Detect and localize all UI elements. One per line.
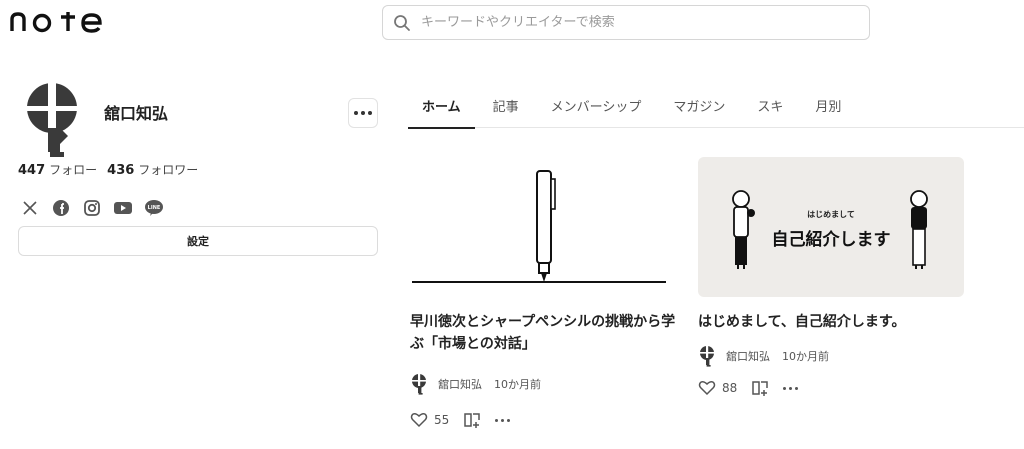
follow-stats: 447 フォロー 436 フォロワー [18, 161, 198, 178]
more-icon[interactable] [495, 418, 511, 422]
add-to-magazine-icon[interactable] [751, 379, 769, 397]
more-icon[interactable] [783, 386, 799, 390]
article-card[interactable]: はじめまして 自己紹介します はじめまして、自己紹介します。 舘口知弘 10か月… [698, 157, 964, 397]
note-logo[interactable] [10, 10, 105, 34]
article-meta: 舘口知弘 10か月前 [698, 345, 964, 367]
article-title[interactable]: 早川徳次とシャープペンシルの挑戦から学ぶ「市場との対話」 [410, 311, 676, 355]
heart-icon[interactable] [410, 411, 428, 429]
author-name[interactable]: 舘口知弘 [438, 376, 482, 392]
author-avatar[interactable] [410, 373, 430, 395]
x-icon[interactable] [20, 198, 40, 218]
add-to-magazine-icon[interactable] [463, 411, 481, 429]
like-count: 55 [434, 413, 450, 427]
heart-icon[interactable] [698, 379, 716, 397]
tab-monthly[interactable]: 月別 [815, 86, 841, 128]
article-title[interactable]: はじめまして、自己紹介します。 [698, 311, 964, 333]
profile-tabs: ホーム 記事 メンバーシップ マガジン スキ 月別 [408, 86, 1024, 129]
note-logo-icon [10, 12, 102, 33]
article-card[interactable]: 早川徳次とシャープペンシルの挑戦から学ぶ「市場との対話」 舘口知弘 10か月前 … [410, 157, 676, 429]
profile-name[interactable]: 舘口知弘 [104, 100, 168, 124]
more-icon [354, 111, 372, 115]
avatar[interactable] [20, 80, 88, 158]
follow-count[interactable]: 447 [18, 163, 45, 178]
author-name[interactable]: 舘口知弘 [726, 348, 770, 364]
follower-count[interactable]: 436 [107, 163, 134, 178]
line-icon-text: LINE [148, 205, 161, 211]
tab-magazine[interactable]: マガジン [673, 86, 725, 128]
search-input[interactable] [421, 15, 841, 30]
youtube-icon[interactable] [113, 198, 133, 218]
facebook-icon[interactable] [51, 198, 71, 218]
thumbnail-title: 自己紹介します [771, 230, 891, 250]
article-meta: 舘口知弘 10か月前 [410, 373, 676, 395]
post-time: 10か月前 [494, 378, 541, 391]
tab-home[interactable]: ホーム [408, 86, 475, 129]
tab-likes[interactable]: スキ [757, 86, 783, 128]
article-actions: 88 [698, 379, 964, 397]
article-actions: 55 [410, 411, 676, 429]
thumbnail-subtitle: はじめまして [807, 210, 855, 219]
instagram-icon[interactable] [82, 198, 102, 218]
search-bar[interactable] [382, 5, 870, 40]
follower-label[interactable]: フォロワー [138, 161, 198, 178]
social-links: LINE [20, 198, 164, 218]
line-icon[interactable]: LINE [144, 198, 164, 218]
article-thumbnail[interactable]: はじめまして 自己紹介します [698, 157, 964, 297]
tab-articles[interactable]: 記事 [493, 86, 519, 128]
settings-button[interactable]: 設定 [18, 226, 378, 256]
post-time: 10か月前 [782, 350, 829, 363]
article-thumbnail[interactable] [410, 157, 676, 297]
search-icon [393, 14, 411, 32]
author-avatar[interactable] [698, 345, 718, 367]
like-count: 88 [722, 381, 738, 395]
profile-more-button[interactable] [348, 98, 378, 128]
tab-membership[interactable]: メンバーシップ [551, 86, 642, 128]
follow-label[interactable]: フォロー [49, 161, 97, 178]
